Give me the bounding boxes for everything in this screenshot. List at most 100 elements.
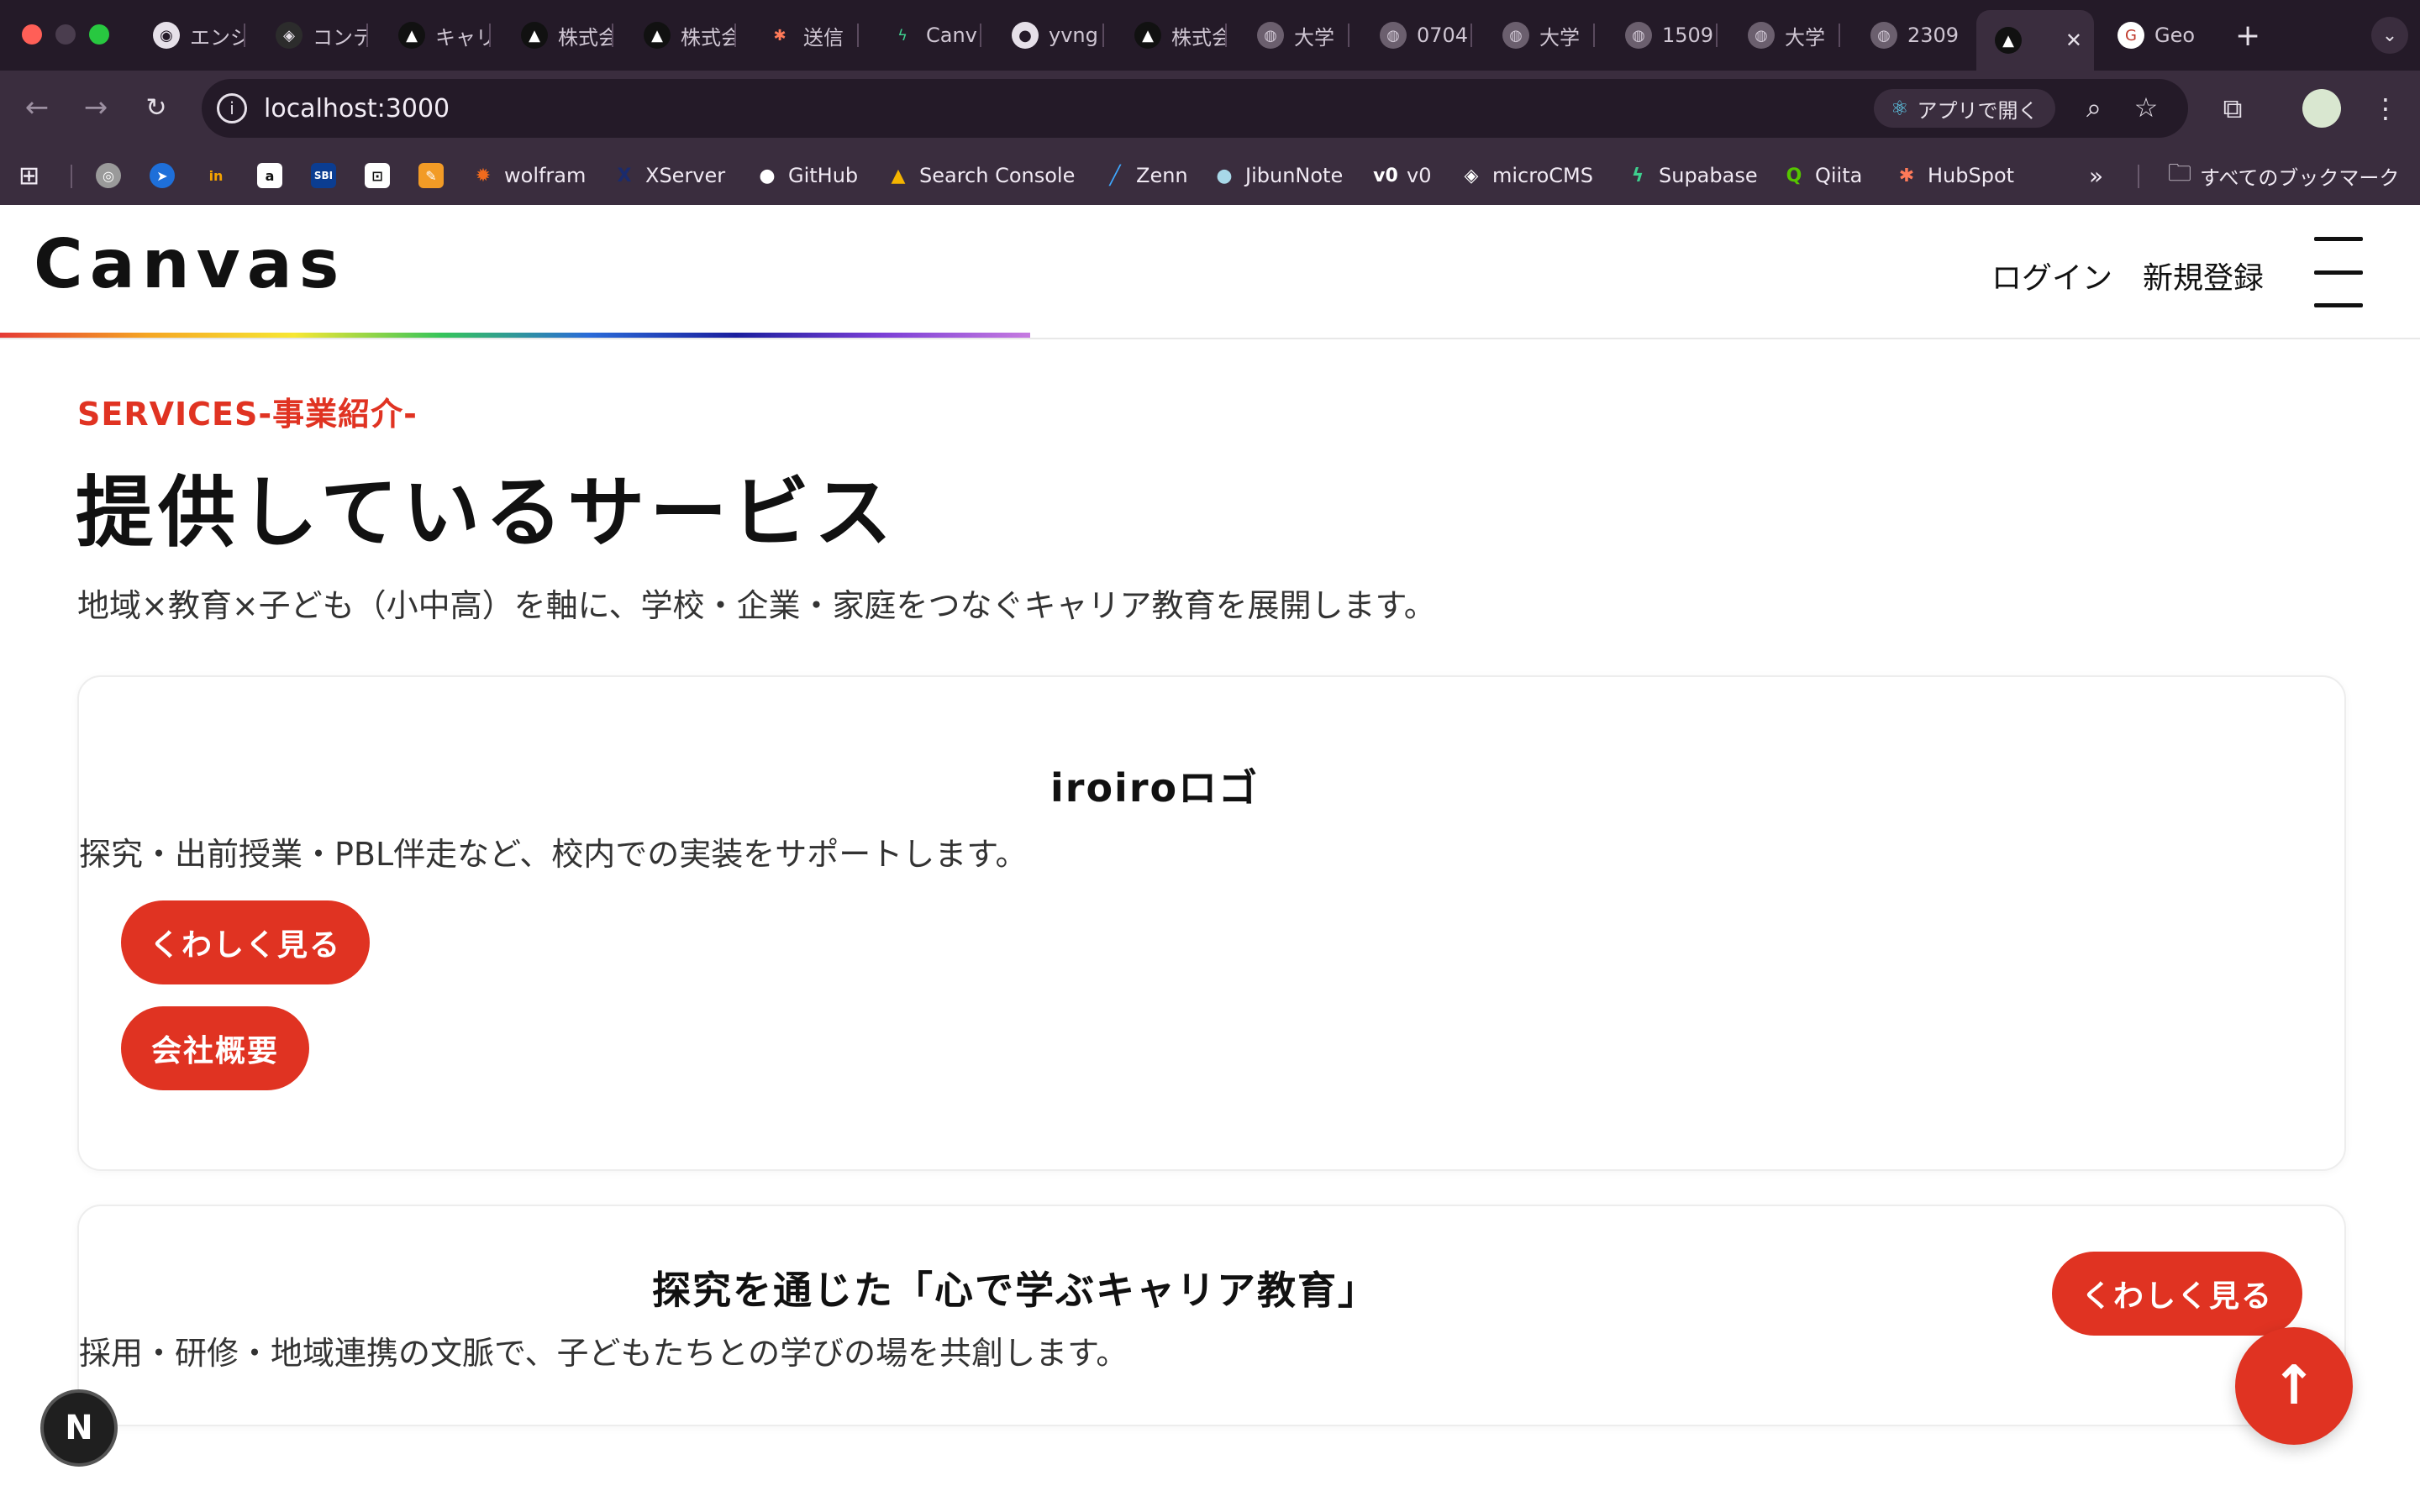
bookmark-item[interactable]: ● JibunNote	[1212, 160, 1343, 192]
browser-tab[interactable]: ◈ コンテ	[257, 10, 368, 60]
tab-label: 株式会	[681, 25, 736, 50]
scroll-to-top-button[interactable]: ↑	[2235, 1327, 2353, 1445]
bookmark-item[interactable]: ϟ Supabase	[1625, 160, 1758, 192]
rainbow-underline	[0, 333, 1030, 338]
close-window-button[interactable]	[22, 24, 42, 45]
bookmark-item[interactable]: ◈ microCMS	[1459, 160, 1593, 192]
service-card-text: 採用・研修・地域連携の文脈で、子どもたちとの学びの場を共創します。	[79, 1335, 1128, 1372]
react-icon: ⚛	[1891, 97, 1909, 120]
tab-label: 1509	[1662, 24, 1714, 47]
bookmark-item[interactable]: v0 v0	[1373, 160, 1431, 192]
signup-link[interactable]: 新規登録	[2143, 254, 2264, 297]
company-overview-button[interactable]: 会社概要	[121, 1006, 309, 1090]
tab-label: 大学	[1294, 25, 1334, 50]
bookmark-label: Zenn	[1136, 164, 1188, 187]
more-button[interactable]: くわしく見る	[121, 900, 370, 984]
site-info-icon[interactable]: i	[217, 93, 247, 123]
bookmark-item[interactable]: ╱ Zenn	[1102, 160, 1188, 192]
browser-tab[interactable]: ● yvng	[993, 10, 1104, 60]
nextjs-dev-badge[interactable]: N	[40, 1389, 118, 1467]
xserver-icon: X	[617, 165, 632, 186]
triangle-icon: ▲	[398, 22, 425, 49]
supabase-icon: ϟ	[1631, 165, 1644, 186]
extensions-icon[interactable]: ⧉	[2213, 89, 2252, 128]
bookmark-label: Search Console	[919, 164, 1076, 187]
github-icon: ●	[759, 165, 776, 186]
globe-icon: ◍	[1870, 22, 1897, 49]
bookmark-sbi-icon[interactable]: SBI	[311, 160, 336, 192]
bookmark-item[interactable]: ✹ wolfram	[471, 160, 587, 192]
bookmark-star-icon[interactable]: ☆	[2129, 91, 2163, 124]
browser-tab[interactable]: ◉ エンジ	[134, 10, 245, 60]
browser-tab[interactable]: ▲ ✕	[1976, 10, 2094, 71]
tab-separator	[857, 24, 859, 47]
bookmark-globe-icon[interactable]: ◎	[96, 160, 121, 192]
bookmark-item[interactable]: ✱ HubSpot	[1894, 160, 2014, 192]
tab-label: 送信	[803, 25, 844, 50]
browser-tab[interactable]: ▲ 株式会	[625, 10, 736, 60]
forward-button[interactable]: →	[77, 89, 114, 126]
browser-tab[interactable]: ▲ 株式会	[502, 10, 613, 60]
microcms-icon: ◈	[276, 22, 302, 49]
tab-search-button[interactable]: ⌄	[2371, 17, 2408, 54]
browser-tab[interactable]: ◍ 0704	[1361, 10, 1472, 60]
jibunnote-icon: ●	[1216, 165, 1233, 186]
bookmark-label: HubSpot	[1928, 164, 2015, 187]
bookmark-item[interactable]: ▲ Search Console	[886, 160, 1076, 192]
bookmark-note-icon[interactable]: ⊡	[365, 160, 390, 192]
bookmark-orange-icon[interactable]: ✎	[418, 160, 444, 192]
open-in-app-label: アプリで開く	[1917, 98, 2039, 123]
tab-separator	[1716, 24, 1718, 47]
bookmark-item[interactable]: Q Qiita	[1781, 160, 1863, 192]
tab-separator	[612, 24, 613, 47]
more-bookmarks-chevron-icon[interactable]: »	[2089, 160, 2103, 192]
globe-icon: ◍	[1257, 22, 1284, 49]
browser-tab[interactable]: ◍ 大学	[1239, 10, 1349, 60]
browser-tab[interactable]: ◍ 1509	[1607, 10, 1718, 60]
tab-label: Geo	[2154, 24, 2196, 47]
tab-label: 大学	[1785, 25, 1825, 50]
bookmark-label: microCMS	[1492, 164, 1593, 187]
apps-grid-icon[interactable]: ⊞	[18, 160, 39, 192]
back-button[interactable]: ←	[18, 89, 55, 126]
browser-tab[interactable]: G Geo	[2099, 10, 2210, 60]
globe-icon: ◍	[1502, 22, 1529, 49]
more-button[interactable]: くわしく見る	[2052, 1252, 2302, 1336]
zoom-window-button[interactable]	[89, 24, 109, 45]
bookmark-amazon-icon[interactable]: a	[257, 160, 282, 192]
address-bar[interactable]: i localhost:3000 ⚛ アプリで開く ⌕ ☆	[202, 79, 2188, 138]
browser-tab[interactable]: ✱ 送信	[748, 10, 859, 60]
tab-separator	[244, 24, 245, 47]
folder-icon: 🗀	[2168, 159, 2192, 186]
browser-tab[interactable]: ◍ 2309	[1852, 10, 1963, 60]
more-menu-icon[interactable]: ⋮	[2366, 89, 2405, 128]
open-in-app-button[interactable]: ⚛ アプリで開く	[1874, 89, 2055, 128]
site-logo[interactable]: Canvas	[34, 225, 345, 303]
profile-avatar[interactable]	[2302, 89, 2341, 128]
browser-tab[interactable]: ◍ 大学	[1729, 10, 1840, 60]
bookmark-label: XServer	[645, 164, 726, 187]
tab-separator	[1102, 24, 1104, 47]
tab-label: 株式会	[1171, 25, 1227, 50]
hamburger-menu-icon[interactable]	[2314, 237, 2363, 307]
browser-tab[interactable]: ◍ 大学	[1484, 10, 1595, 60]
service-card: iroiroロゴ 探究・出前授業・PBL伴走など、校内での実装をサポートします。…	[77, 675, 2346, 1171]
zoom-icon[interactable]: ⌕	[2077, 91, 2111, 124]
close-tab-icon[interactable]: ✕	[2065, 29, 2082, 52]
browser-tab[interactable]: ▲ 株式会	[1116, 10, 1227, 60]
all-bookmarks[interactable]: 🗀 すべてのブックマーク	[2168, 159, 2400, 192]
bookmark-blue-icon[interactable]: ➤	[150, 160, 175, 192]
minimize-window-button[interactable]	[55, 24, 76, 45]
reload-button[interactable]: ↻	[138, 89, 175, 126]
tab-label: キャリ	[435, 25, 491, 50]
new-tab-button[interactable]: +	[2235, 18, 2260, 53]
bookmark-item[interactable]: ● GitHub	[755, 160, 858, 192]
bookmarks-bar: ⊞ ◎ ➤ in a SBI ⊡ ✎ ✹ wolfram X XServer ● GitH…	[0, 146, 2420, 205]
browser-tab[interactable]: ▲ キャリ	[380, 10, 491, 60]
browser-tab[interactable]: ϟ Canv	[871, 10, 981, 60]
bookmark-in-icon[interactable]: in	[203, 160, 229, 192]
bookmark-item[interactable]: X XServer	[612, 160, 726, 192]
qiita-icon: Q	[1786, 165, 1802, 186]
all-bookmarks-label: すべてのブックマーク	[2200, 165, 2400, 190]
login-link[interactable]: ログイン	[1991, 254, 2112, 297]
